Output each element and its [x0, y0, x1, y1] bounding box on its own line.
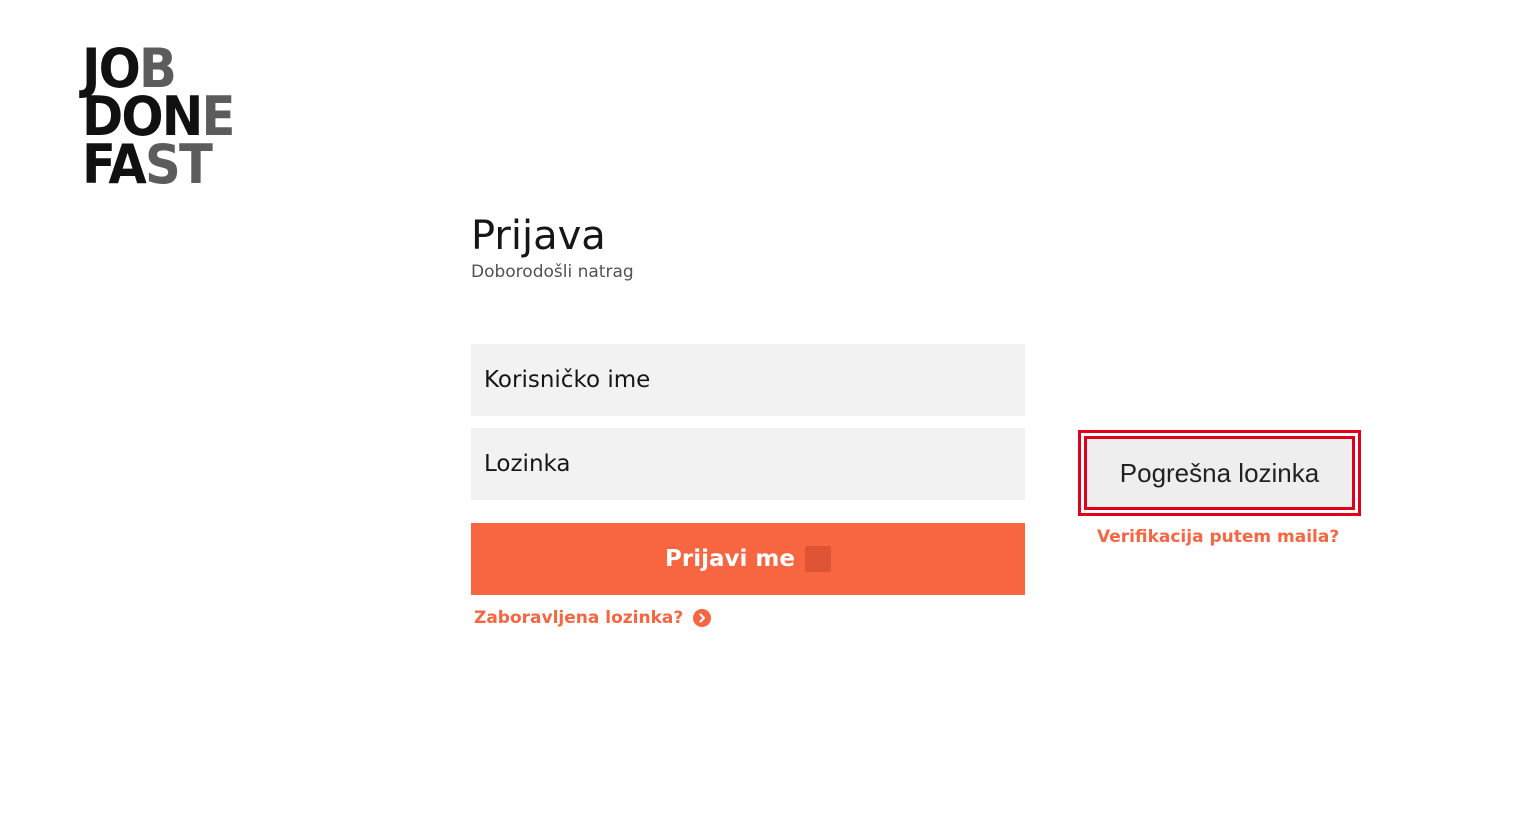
error-message: Pogrešna lozinka — [1119, 457, 1320, 488]
email-verification-link[interactable]: Verifikacija putem maila? — [1097, 525, 1339, 549]
login-button[interactable]: Prijavi me — [471, 523, 1025, 595]
chevron-right-circle-icon — [693, 609, 712, 627]
logo-line-3: FAST — [82, 133, 213, 196]
login-button-label: Prijavi me — [665, 546, 795, 572]
login-page: JOB DONE FAST Prijava Doborodošli natrag… — [0, 0, 1524, 815]
error-highlight-frame: Pogrešna lozinka — [1078, 430, 1361, 516]
logo: JOB DONE FAST — [82, 42, 235, 196]
page-subtitle: Doborodošli natrag — [471, 262, 634, 282]
page-title: Prijava — [471, 213, 606, 259]
forgot-password-label: Zaboravljena lozinka? — [474, 608, 684, 628]
username-input[interactable] — [471, 344, 1025, 416]
error-message-box: Pogrešna lozinka — [1084, 436, 1355, 510]
forgot-password-link[interactable]: Zaboravljena lozinka? — [474, 606, 712, 630]
loading-square-icon — [804, 546, 831, 572]
password-input[interactable] — [471, 428, 1025, 500]
